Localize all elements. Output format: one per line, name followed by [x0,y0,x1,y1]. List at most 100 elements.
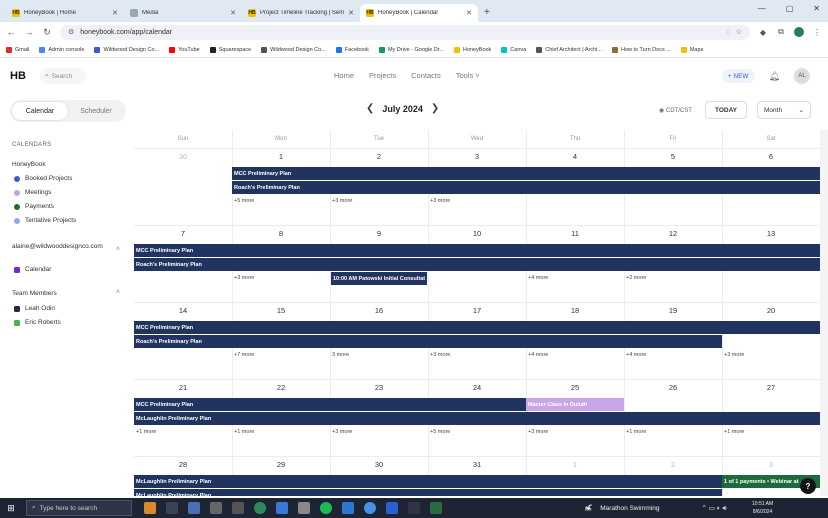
more-events-link[interactable]: +3 more [332,198,352,204]
clock[interactable]: 10:51 AM 8/6/2024 [752,500,773,516]
timezone-indicator[interactable]: ◉ CDT/CST [659,107,692,114]
day-number[interactable]: 25 [526,383,624,392]
word-icon[interactable] [386,502,398,514]
calendar-event[interactable]: McLaughlin Preliminary Plan [134,489,722,496]
day-number[interactable]: 10 [428,229,526,238]
browser-tab[interactable]: HB HoneyBook | Home ✕ [6,4,124,22]
search-field[interactable]: ⌕ Search [40,68,86,84]
app-icon[interactable] [408,502,420,514]
close-tab-icon[interactable]: ✕ [348,9,354,17]
day-number[interactable]: 27 [722,383,820,392]
day-number[interactable]: 6 [722,152,820,161]
more-events-link[interactable]: +4 more [626,352,646,358]
day-number[interactable]: 29 [232,460,330,469]
nav-home[interactable]: Home [334,71,354,80]
day-number[interactable]: 16 [330,306,428,315]
more-events-link[interactable]: +5 more [234,198,254,204]
day-number[interactable]: 17 [428,306,526,315]
day-number[interactable]: 30 [134,152,232,161]
chevron-right-icon[interactable]: ❯ [431,103,439,114]
file-explorer-icon[interactable] [144,502,156,514]
calendar-filter-item[interactable]: Booked Projects [14,175,72,182]
bookmark[interactable]: How to Turn Docs ... [611,46,671,53]
bookmark[interactable]: Maps [680,46,703,53]
bookmark[interactable]: YouTube [169,46,200,53]
day-number[interactable]: 12 [624,229,722,238]
chevron-up-icon[interactable]: ˄ [116,246,120,253]
reload-icon[interactable]: ↻ [42,27,52,38]
honeybook-logo[interactable]: HB [10,70,34,82]
calendar-event[interactable]: Roach's Preliminary Plan [134,335,722,348]
calendar-view-tab[interactable]: Calendar [12,102,68,120]
back-icon[interactable]: ← [6,27,16,37]
day-number[interactable]: 20 [722,306,820,315]
outlook-icon[interactable] [342,502,354,514]
bookmark[interactable]: Admin console [39,46,84,53]
app-icon[interactable] [364,502,376,514]
address-bar[interactable]: ⚙ honeybook.com/app/calendar ◌ ☆ [60,24,750,40]
maximize-icon[interactable]: ▢ [786,4,794,13]
nav-contacts[interactable]: Contacts [411,71,441,80]
scheduler-view-tab[interactable]: Scheduler [68,102,124,120]
day-number[interactable]: 31 [428,460,526,469]
calendar-filter-item[interactable]: Payments [14,203,54,210]
puzzle-icon[interactable]: ⧉ [776,27,786,37]
more-events-link[interactable]: +3 more [430,198,450,204]
avatar[interactable]: AL [794,68,810,84]
browser-tab[interactable]: HB HoneyBook | Calendar ✕ [360,4,478,22]
more-events-link[interactable]: 3 more [332,352,349,358]
app-icon[interactable] [298,502,310,514]
day-number[interactable]: 4 [526,152,624,161]
app-icon[interactable] [188,502,200,514]
tray-icons[interactable]: ⌃ ▭ ◐ 🔊︎ [702,504,727,513]
more-events-link[interactable]: +3 more [332,429,352,435]
calendar-filter-item[interactable]: Calendar [14,266,51,273]
period-select[interactable]: Month ⌄ [757,101,811,119]
bookmark[interactable]: Wildwood Design Co... [261,46,326,53]
day-number[interactable]: 23 [330,383,428,392]
site-info-icon[interactable]: ⚙ [68,28,74,36]
day-number[interactable]: 5 [624,152,722,161]
calendar-filter-item[interactable]: Meetings [14,189,51,196]
nav-projects[interactable]: Projects [369,71,396,80]
calendar-filter-item[interactable]: Eric Roberts [14,319,61,326]
spotify-icon[interactable] [320,502,332,514]
bookmark[interactable]: Wildwood Design Co... [94,46,159,53]
more-events-link[interactable]: +1 more [724,429,744,435]
day-number[interactable]: 2 [330,152,428,161]
bookmark[interactable]: Facebook [335,46,369,53]
calendar-event[interactable]: MCC Preliminary Plan [232,167,820,180]
calendar-filter-item[interactable]: Leah Odin [14,305,55,312]
app-icon[interactable] [210,502,222,514]
star-icon[interactable]: ☆ [736,28,742,36]
more-events-link[interactable]: +5 more [430,429,450,435]
day-number[interactable]: 28 [134,460,232,469]
close-tab-icon[interactable]: ✕ [230,9,236,17]
taskbar-search[interactable]: ⌕ Type here to search [26,500,132,516]
weather-text[interactable]: Marathon Swimming [600,505,659,512]
app-icon[interactable] [232,502,244,514]
day-number[interactable]: 24 [428,383,526,392]
task-view-icon[interactable] [166,502,178,514]
day-number[interactable]: 1 [232,152,330,161]
excel-icon[interactable] [430,502,442,514]
calendar-event[interactable]: 10:00 AM Patowski Initial Consultat [331,272,427,285]
bookmark[interactable]: Squarespace [209,46,251,53]
calendar-event[interactable]: Roach's Preliminary Plan [134,258,820,271]
bookmark[interactable]: Canva [501,46,526,53]
more-events-link[interactable]: +3 more [528,429,548,435]
day-number[interactable]: 7 [134,229,232,238]
menu-icon[interactable]: ⋮ [812,28,822,37]
windows-start-icon[interactable]: ⊞ [4,503,18,514]
day-number[interactable]: 9 [330,229,428,238]
browser-tab[interactable]: Media ✕ [124,4,242,22]
day-number[interactable]: 13 [722,229,820,238]
more-events-link[interactable]: +4 more [528,352,548,358]
chevron-up-icon[interactable]: ˄ [116,289,120,296]
calendar-event[interactable]: McLaughlin Preliminary Plan [134,412,820,425]
chrome-icon[interactable] [254,502,266,514]
calendar-event[interactable]: Master Class In Duluth [526,398,624,411]
day-number[interactable]: 2 [624,460,722,469]
more-events-link[interactable]: +3 more [430,352,450,358]
bookmark[interactable]: My Drive - Google Dr... [378,46,444,53]
